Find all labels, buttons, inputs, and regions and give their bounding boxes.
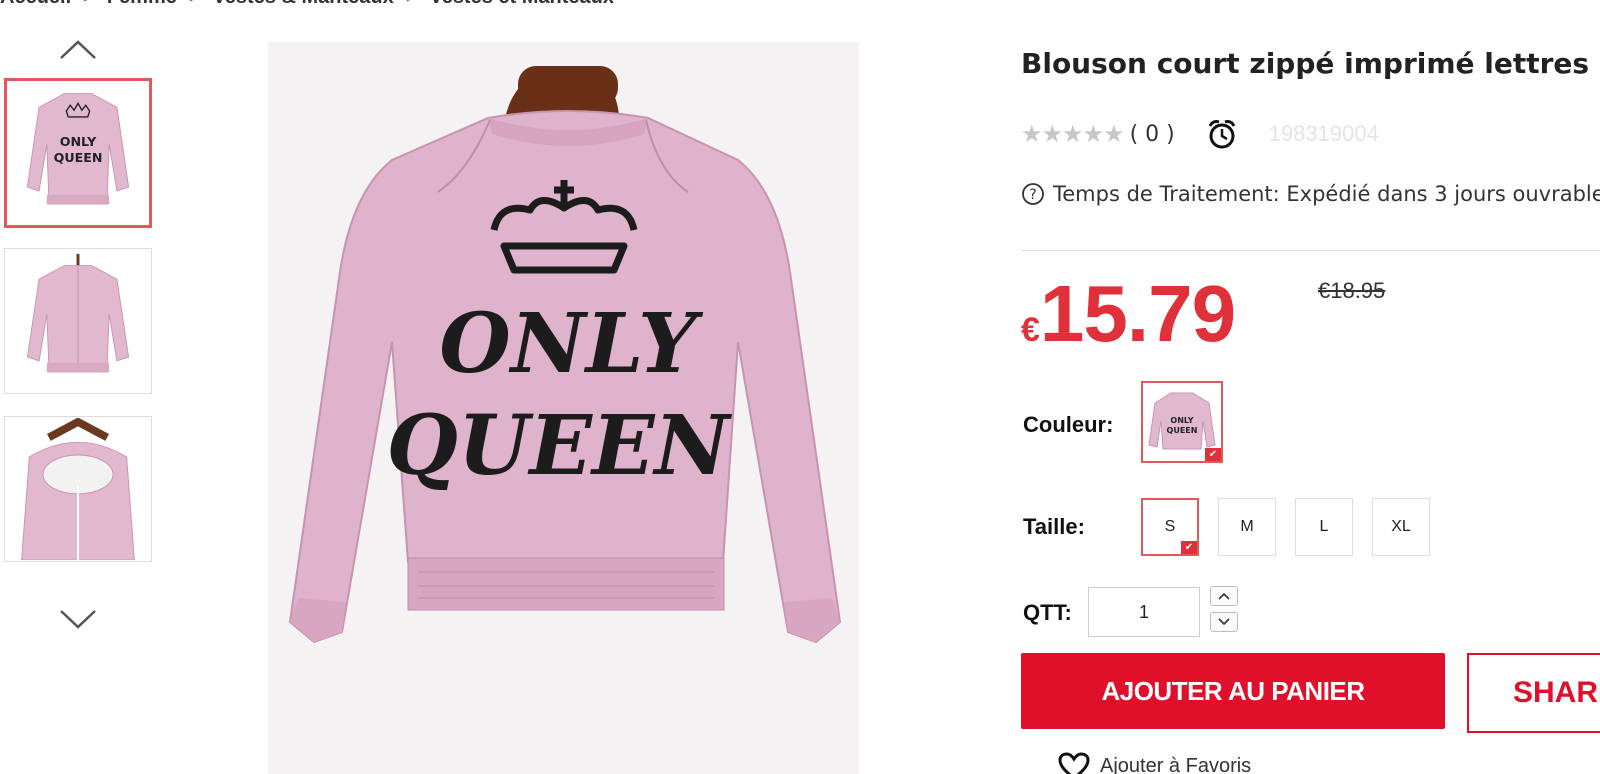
rating-row: ★★★★★ ( 0 ) 198319004 <box>1021 118 1379 150</box>
thumbnail-front-view[interactable] <box>4 248 152 394</box>
size-option-label: XL <box>1391 518 1411 535</box>
thumbnail-print-line2: QUEEN <box>54 150 103 165</box>
add-to-favorites-label: Ajouter à Favoris <box>1100 754 1252 774</box>
current-price: €15.79 <box>1021 268 1236 360</box>
breadcrumb-item-women[interactable]: Femme <box>107 0 177 8</box>
review-count[interactable]: ( 0 ) <box>1130 122 1175 147</box>
processing-time: ? Temps de Traitement: Expédié dans 3 jo… <box>1021 182 1600 206</box>
quantity-label: QTT: <box>1023 600 1072 625</box>
breadcrumb: Accueil > Femme > Vestes & Manteaux > Vestes e… <box>0 0 614 9</box>
chevron-down-icon[interactable] <box>58 607 98 631</box>
thumbnail-detail-view[interactable] <box>4 416 152 562</box>
breadcrumb-item-coats[interactable]: Vestes & Manteaux <box>213 0 394 8</box>
color-swatch-print-line2: QUEEN <box>1167 426 1198 435</box>
product-title: Blouson court zippé imprimé lettres <box>1021 47 1590 80</box>
quantity-decrement-button[interactable] <box>1210 612 1238 632</box>
rating-stars[interactable]: ★★★★★ <box>1021 120 1125 149</box>
chevron-up-icon[interactable] <box>58 38 98 62</box>
size-option-m[interactable]: M <box>1218 498 1276 556</box>
add-to-favorites[interactable]: Ajouter à Favoris <box>1058 752 1251 774</box>
breadcrumb-separator: > <box>406 0 418 8</box>
jacket-back-thumbnail-image: ONLY QUEEN <box>26 93 130 205</box>
size-option-label: L <box>1319 518 1329 535</box>
breadcrumb-separator: > <box>83 0 95 8</box>
breadcrumb-item-current[interactable]: Vestes et Manteaux <box>429 0 614 8</box>
main-print-line2: QUEEN <box>387 398 733 494</box>
chevron-down-icon <box>1218 618 1230 626</box>
size-option-label: M <box>1240 518 1254 535</box>
color-label: Couleur: <box>1023 412 1114 437</box>
svg-text:?: ? <box>1029 187 1036 203</box>
check-icon: ✔ <box>1181 541 1197 554</box>
old-price: €18.95 <box>1318 278 1386 303</box>
chevron-up-icon <box>1218 592 1230 600</box>
main-product-image: ONLY QUEEN <box>268 42 859 774</box>
main-print-line1: ONLY <box>439 296 704 392</box>
pink-jacket-back-illustration: ONLY QUEEN <box>268 42 859 774</box>
thumbnail-print-line1: ONLY <box>60 134 97 149</box>
size-option-label: S <box>1164 518 1176 535</box>
size-option-l[interactable]: L <box>1295 498 1353 556</box>
jacket-collar-thumbnail-image <box>21 418 135 560</box>
size-label: Taille: <box>1023 514 1085 539</box>
divider <box>1021 250 1600 251</box>
product-sku: 198319004 <box>1268 121 1379 146</box>
jacket-front-thumbnail-image <box>26 253 130 373</box>
breadcrumb-separator: > <box>189 0 201 8</box>
add-to-cart-button[interactable]: AJOUTER AU PANIER <box>1021 653 1445 729</box>
share-button[interactable]: SHARE <box>1467 653 1600 733</box>
processing-time-text: Temps de Traitement: Expédié dans 3 jour… <box>1053 182 1600 206</box>
price-amount: 15.79 <box>1039 269 1236 358</box>
quantity-input[interactable] <box>1088 587 1200 637</box>
price-currency: € <box>1021 311 1040 349</box>
color-swatch-print-line1: ONLY <box>1170 416 1193 425</box>
size-option-xl[interactable]: XL <box>1372 498 1430 556</box>
heart-icon <box>1058 752 1090 774</box>
quantity-increment-button[interactable] <box>1210 586 1238 606</box>
color-swatch-pink[interactable]: ONLY QUEEN ✔ <box>1141 381 1223 463</box>
breadcrumb-item-home[interactable]: Accueil <box>0 0 71 8</box>
size-option-s[interactable]: S ✔ <box>1141 498 1199 556</box>
check-icon: ✔ <box>1205 448 1221 461</box>
alarm-clock-icon <box>1205 117 1239 151</box>
thumbnail-back-view[interactable]: ONLY QUEEN <box>4 78 152 228</box>
question-circle-icon[interactable]: ? <box>1021 182 1045 206</box>
